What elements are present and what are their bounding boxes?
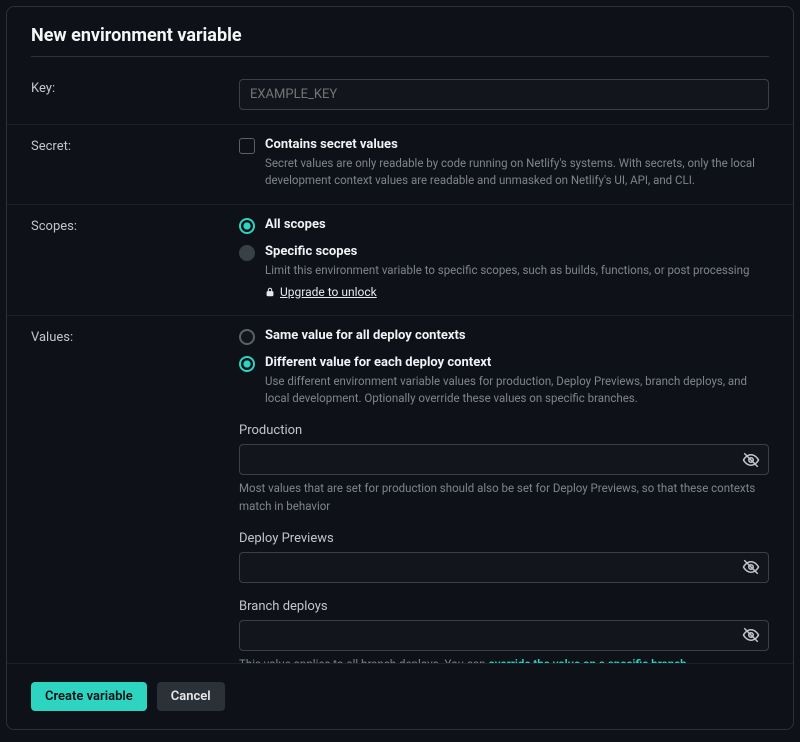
production-hint: Most values that are set for production … <box>239 480 769 515</box>
values-diff-radio[interactable] <box>239 356 255 372</box>
values-same-radio[interactable] <box>239 329 255 345</box>
values-diff-title: Different value for each deploy context <box>265 355 769 370</box>
branch-deploys-hint: This value applies to all branch deploys… <box>239 656 769 663</box>
scopes-label: Scopes: <box>7 205 239 315</box>
eye-icon[interactable] <box>742 558 760 576</box>
scopes-all-radio[interactable] <box>239 218 255 234</box>
row-secret: Secret: Contains secret values Secret va… <box>7 125 793 205</box>
key-input[interactable] <box>239 79 769 110</box>
secret-option-desc: Secret values are only readable by code … <box>265 155 769 190</box>
lock-icon <box>265 287 275 297</box>
panel-body: Key: Secret: Contains secret values Secr… <box>7 67 793 663</box>
production-input[interactable] <box>239 444 769 475</box>
values-diff-desc: Use different environment variable value… <box>265 373 769 408</box>
header-divider <box>31 56 769 57</box>
branch-deploys-input[interactable] <box>239 620 769 651</box>
scopes-specific-desc: Limit this environment variable to speci… <box>265 262 749 279</box>
secret-option-title: Contains secret values <box>265 137 769 152</box>
deploy-previews-input[interactable] <box>239 552 769 583</box>
deploy-previews-label: Deploy Previews <box>239 531 769 546</box>
create-variable-button[interactable]: Create variable <box>31 682 147 711</box>
row-scopes: Scopes: All scopes Specific scopes Limit… <box>7 205 793 316</box>
panel-title: New environment variable <box>31 25 769 46</box>
upgrade-link-text: Upgrade to unlock <box>280 285 377 299</box>
values-same-title: Same value for all deploy contexts <box>265 328 466 343</box>
row-key: Key: <box>7 67 793 125</box>
secret-label: Secret: <box>7 125 239 204</box>
production-label: Production <box>239 423 769 438</box>
secret-checkbox[interactable] <box>239 138 255 154</box>
eye-icon[interactable] <box>742 626 760 644</box>
scopes-specific-radio[interactable] <box>239 245 255 261</box>
panel-header: New environment variable <box>7 7 793 67</box>
eye-icon[interactable] <box>742 451 760 469</box>
branch-deploys-label: Branch deploys <box>239 599 769 614</box>
panel-footer: Create variable Cancel <box>7 663 793 729</box>
scopes-all-title: All scopes <box>265 217 326 232</box>
row-values: Values: Same value for all deploy contex… <box>7 316 793 663</box>
values-label: Values: <box>7 316 239 663</box>
cancel-button[interactable]: Cancel <box>157 682 225 711</box>
upgrade-link[interactable]: Upgrade to unlock <box>265 285 377 299</box>
env-var-panel: New environment variable Key: Secret: Co… <box>6 6 794 730</box>
key-label: Key: <box>7 67 239 124</box>
scopes-specific-title: Specific scopes <box>265 244 749 259</box>
